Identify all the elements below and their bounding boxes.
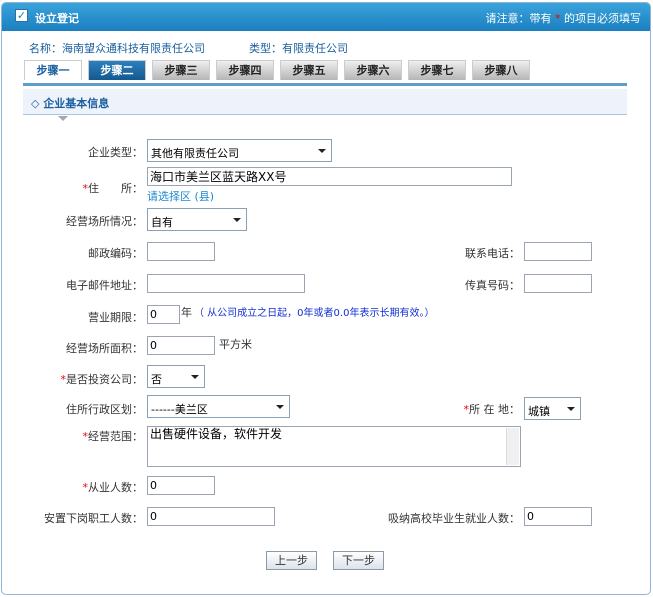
scope-value: 出售硬件设备，软件开发 — [150, 427, 283, 441]
term-unit: 年 — [181, 306, 192, 319]
section-header: ◇ 企业基本信息 — [23, 89, 627, 115]
next-step-button[interactable]: 下一步 — [333, 551, 384, 570]
postcode-input[interactable] — [147, 242, 215, 261]
premises-select[interactable]: 自有 — [147, 208, 247, 231]
district-value: ------美兰区 — [151, 403, 208, 416]
checkbox-icon: ✓ — [15, 9, 28, 22]
select-district-link[interactable]: 请选择区 (县) — [147, 188, 214, 204]
investment-label-text: 是否投资公司： — [66, 373, 143, 386]
chevron-down-icon — [191, 375, 199, 379]
chevron-down-icon — [233, 218, 241, 222]
enterprise-type-select[interactable]: 其他有限责任公司 — [147, 139, 332, 162]
required-star: * — [555, 12, 561, 25]
phone-input[interactable] — [524, 242, 592, 261]
section-arrow-icon — [58, 116, 68, 121]
location-value: 城镇 — [528, 405, 550, 418]
area-input[interactable]: 0 — [147, 336, 215, 355]
location-label: *所 在 地： — [463, 403, 521, 416]
tab-step-8[interactable]: 步骤八 — [472, 60, 530, 80]
investment-value: 否 — [151, 373, 162, 386]
area-unit: 平方米 — [219, 338, 252, 351]
address-label-text: 住 所： — [88, 182, 143, 195]
scope-label-text: 经营范围： — [88, 430, 143, 443]
district-label: 住所行政区划： — [66, 403, 143, 416]
enterprise-type-value: 其他有限责任公司 — [151, 147, 239, 160]
location-select[interactable]: 城镇 — [524, 397, 581, 420]
employees-label: *从业人数： — [82, 481, 144, 494]
email-input[interactable] — [147, 274, 305, 293]
laid-off-input[interactable]: 0 — [147, 507, 275, 526]
premises-label: 经营场所情况： — [66, 215, 143, 228]
phone-label: 联系电话： — [465, 247, 520, 260]
scope-label: *经营范围： — [82, 430, 144, 443]
window-title: 设立登记 — [35, 12, 79, 25]
term-hint: （ 从公司成立之日起，0年或者0.0年表示长期有效。） — [194, 308, 435, 319]
notice-prefix: 请注意：带有 — [485, 12, 552, 25]
tab-step-1[interactable]: 步骤一 — [24, 60, 82, 80]
tab-divider — [23, 83, 627, 86]
enterprise-type-label: 企业类型： — [88, 146, 143, 159]
term-input[interactable]: 0 — [147, 305, 180, 324]
graduates-input[interactable]: 0 — [524, 507, 592, 526]
postcode-label: 邮政编码： — [88, 247, 143, 260]
prev-step-button[interactable]: 上一步 — [266, 551, 317, 570]
scope-scrollbar[interactable] — [506, 428, 519, 465]
fax-input[interactable] — [524, 274, 592, 293]
tab-step-4[interactable]: 步骤四 — [216, 60, 274, 80]
company-type: 类型：有限责任公司 — [249, 42, 348, 55]
tab-step-2[interactable]: 步骤二 — [88, 60, 146, 80]
scope-textarea[interactable]: 出售硬件设备，软件开发 — [147, 426, 521, 467]
tab-step-5[interactable]: 步骤五 — [280, 60, 338, 80]
fax-label: 传真号码： — [465, 279, 520, 292]
tab-step-3[interactable]: 步骤三 — [152, 60, 210, 80]
chevron-down-icon — [318, 149, 326, 153]
window-header: ✓ 设立登记 请注意：带有 * 的项目必须填写 — [2, 3, 650, 31]
location-label-text: 所 在 地： — [469, 403, 520, 416]
term-label: 营业期限： — [88, 311, 143, 324]
laid-off-label: 安置下岗职工人数： — [44, 512, 143, 525]
tab-step-7[interactable]: 步骤七 — [408, 60, 466, 80]
address-input[interactable]: 海口市美兰区蓝天路XX号 — [147, 167, 512, 186]
district-select[interactable]: ------美兰区 — [147, 395, 290, 418]
investment-label: *是否投资公司： — [60, 373, 144, 386]
chevron-down-icon — [567, 407, 575, 411]
required-notice: 请注意：带有 * 的项目必须填写 — [486, 10, 642, 26]
employees-label-text: 从业人数： — [88, 481, 143, 494]
company-name: 名称：海南望众通科技有限责任公司 — [29, 42, 205, 55]
graduates-label: 吸纳高校毕业生就业人数： — [388, 512, 520, 525]
employees-input[interactable]: 0 — [147, 476, 215, 495]
section-title: ◇ 企业基本信息 — [31, 97, 110, 110]
premises-value: 自有 — [151, 216, 173, 229]
area-label: 经营场所面积： — [66, 342, 143, 355]
email-label: 电子邮件地址： — [66, 279, 143, 292]
investment-select[interactable]: 否 — [147, 365, 205, 388]
address-label: *住 所： — [82, 182, 144, 195]
chevron-down-icon — [276, 405, 284, 409]
tab-step-6[interactable]: 步骤六 — [344, 60, 402, 80]
notice-suffix: 的项目必须填写 — [564, 12, 641, 25]
